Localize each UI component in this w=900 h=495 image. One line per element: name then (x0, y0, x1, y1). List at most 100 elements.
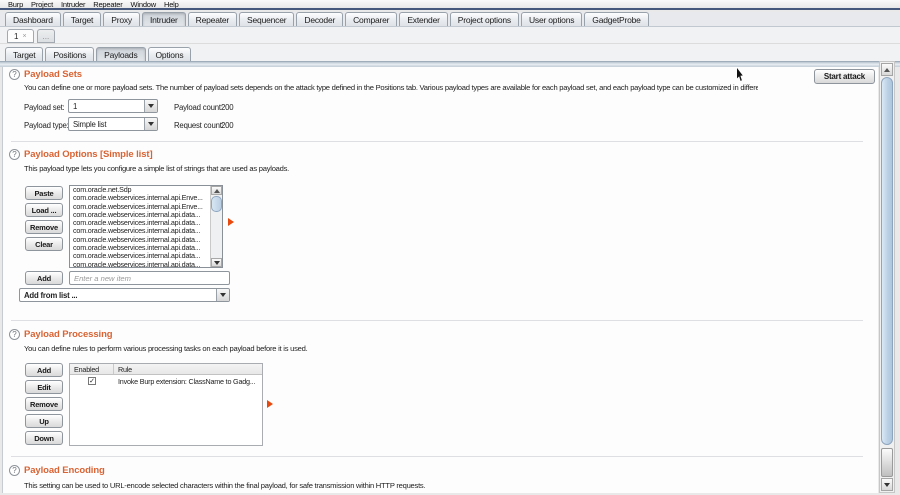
attack-tab-1[interactable]: 1 × (7, 29, 34, 43)
list-item[interactable]: com.oracle.webservices.internal.api.data… (70, 261, 210, 267)
processing-down-button[interactable]: Down (25, 431, 63, 445)
tab-dashboard[interactable]: Dashboard (5, 12, 61, 26)
tab-intruder-options[interactable]: Options (148, 47, 192, 61)
close-tab-icon[interactable]: × (22, 33, 26, 40)
section-separator (11, 456, 863, 457)
attack-tab-more[interactable]: ... (37, 29, 56, 43)
main-tab-bar: Dashboard Target Proxy Intruder Repeater… (0, 12, 900, 27)
page-scrollbar[interactable] (879, 61, 895, 493)
processing-remove-button[interactable]: Remove (25, 397, 63, 411)
scrollbar-thumb[interactable] (211, 196, 222, 212)
request-count-label: Request count: (174, 121, 224, 130)
tab-comparer[interactable]: Comparer (345, 12, 397, 26)
processing-up-button[interactable]: Up (25, 414, 63, 428)
payload-sets-heading: Payload Sets (24, 69, 82, 80)
scrollbar-track-block[interactable] (881, 448, 893, 477)
payload-set-value: 1 (69, 100, 144, 112)
tab-decoder[interactable]: Decoder (296, 12, 343, 26)
dropdown-button[interactable] (216, 289, 229, 301)
chevron-down-icon (220, 293, 226, 297)
payload-set-label: Payload set: (24, 103, 65, 112)
enabled-cell: ✓ (70, 375, 114, 386)
tab-gadgetprobe[interactable]: GadgetProbe (584, 12, 648, 26)
tab-user-options[interactable]: User options (521, 12, 582, 26)
payload-count-value: 200 (221, 103, 233, 112)
add-from-list-dropdown[interactable]: Add from list ... (19, 288, 230, 302)
scroll-up-button[interactable] (881, 63, 893, 76)
arrow-down-icon (884, 483, 890, 487)
tab-intruder[interactable]: Intruder (142, 12, 186, 26)
scroll-down-button[interactable] (211, 258, 222, 267)
payload-type-value: Simple list (69, 118, 144, 130)
payload-type-dropdown[interactable]: Simple list (68, 117, 158, 131)
menu-intruder[interactable]: Intruder (57, 0, 89, 9)
burp-suite-window: Burp Project Intruder Repeater Window He… (0, 0, 900, 495)
intruder-tab-bar: Target Positions Payloads Options (0, 44, 900, 61)
remove-button[interactable]: Remove (25, 220, 63, 234)
scrollbar-thumb[interactable] (881, 77, 893, 445)
attack-tab-bar: 1 × ... (0, 27, 900, 44)
list-scrollbar[interactable] (210, 186, 222, 267)
payloads-panel: ? Payload Sets You can define one or mor… (2, 67, 878, 493)
new-item-input[interactable] (69, 271, 230, 285)
arrow-up-icon (884, 68, 890, 72)
scroll-up-button[interactable] (211, 186, 222, 195)
tab-project-options[interactable]: Project options (450, 12, 519, 26)
tab-intruder-target[interactable]: Target (5, 47, 43, 61)
tab-proxy[interactable]: Proxy (103, 12, 140, 26)
payload-processing-description: You can define rules to perform various … (24, 344, 764, 353)
menu-burp[interactable]: Burp (4, 0, 27, 9)
menu-window[interactable]: Window (127, 0, 160, 9)
payload-processing-heading: Payload Processing (24, 329, 113, 340)
help-icon[interactable]: ? (9, 69, 20, 80)
payload-list[interactable]: com.oracle.net.Sdp com.oracle.webservice… (69, 185, 223, 268)
tab-repeater[interactable]: Repeater (188, 12, 237, 26)
table-header-row: Enabled Rule (70, 364, 262, 375)
arrow-down-icon (214, 261, 220, 265)
resize-arrow-icon (267, 400, 273, 408)
payload-options-description: This payload type lets you configure a s… (24, 164, 764, 173)
rule-cell: Invoke Burp extension: ClassName to Gadg… (114, 375, 262, 386)
processing-add-button[interactable]: Add (25, 363, 63, 377)
dropdown-button[interactable] (144, 100, 157, 112)
tab-sequencer[interactable]: Sequencer (239, 12, 294, 26)
menu-help[interactable]: Help (160, 0, 183, 9)
scroll-down-button[interactable] (881, 478, 893, 491)
payload-encoding-heading: Payload Encoding (24, 465, 105, 476)
enabled-checkbox[interactable]: ✓ (88, 377, 96, 385)
help-icon[interactable]: ? (9, 465, 20, 476)
processing-rules-table[interactable]: Enabled Rule ✓ Invoke Burp extension: Cl… (69, 363, 263, 446)
menu-project[interactable]: Project (27, 0, 57, 9)
load-button[interactable]: Load ... (25, 203, 63, 217)
tab-intruder-positions[interactable]: Positions (45, 47, 94, 61)
chevron-down-icon (148, 104, 154, 108)
dropdown-button[interactable] (144, 118, 157, 130)
paste-button[interactable]: Paste (25, 186, 63, 200)
section-separator (11, 141, 863, 142)
menu-bar: Burp Project Intruder Repeater Window He… (0, 0, 900, 10)
tab-extender[interactable]: Extender (399, 12, 447, 26)
payload-sets-description: You can define one or more payload sets.… (24, 83, 758, 92)
menu-repeater[interactable]: Repeater (89, 0, 126, 9)
clear-button[interactable]: Clear (25, 237, 63, 251)
payload-encoding-description: This setting can be used to URL-encode s… (24, 481, 824, 490)
attack-tab-label: 1 (14, 32, 18, 41)
tab-target[interactable]: Target (63, 12, 101, 26)
start-attack-button[interactable]: Start attack (814, 69, 875, 84)
tab-intruder-payloads[interactable]: Payloads (96, 47, 145, 61)
column-header-rule[interactable]: Rule (114, 364, 262, 374)
help-icon[interactable]: ? (9, 149, 20, 160)
add-button[interactable]: Add (25, 271, 63, 285)
payload-count-label: Payload count: (174, 103, 223, 112)
payload-list-rows: com.oracle.net.Sdp com.oracle.webservice… (70, 186, 210, 267)
arrow-up-icon (214, 189, 220, 193)
column-header-enabled[interactable]: Enabled (70, 364, 114, 374)
resize-arrow-icon (228, 218, 234, 226)
payload-type-label: Payload type: (24, 121, 69, 130)
payload-set-dropdown[interactable]: 1 (68, 99, 158, 113)
processing-edit-button[interactable]: Edit (25, 380, 63, 394)
attack-tab-more-label: ... (43, 32, 50, 41)
help-icon[interactable]: ? (9, 329, 20, 340)
table-row[interactable]: ✓ Invoke Burp extension: ClassName to Ga… (70, 375, 262, 386)
section-separator (11, 320, 863, 321)
